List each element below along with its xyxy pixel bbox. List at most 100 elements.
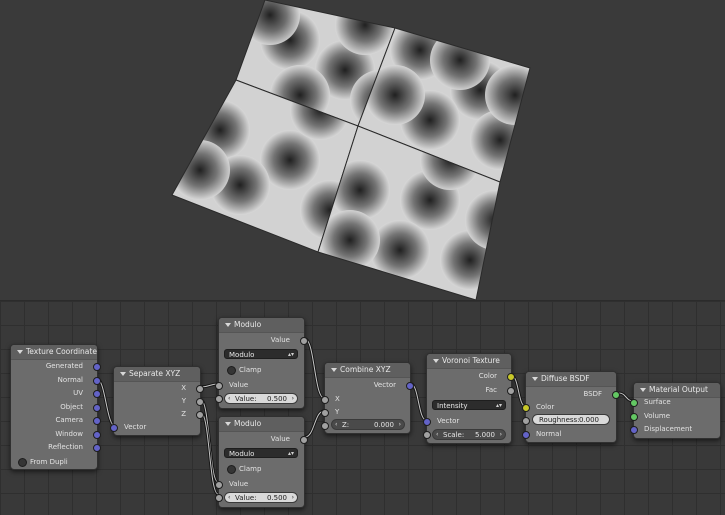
output-generated: Generated <box>45 362 83 370</box>
socket-fac-out[interactable] <box>507 387 515 395</box>
socket-generated[interactable] <box>93 363 101 371</box>
node-editor[interactable]: Texture Coordinate Generated Normal UV O… <box>0 300 725 515</box>
collapse-triangle-icon[interactable] <box>433 359 439 363</box>
input-value-label: Value <box>229 480 249 488</box>
z-field[interactable]: ‹ Z: 0.000 › <box>331 419 405 430</box>
socket-value-in-2[interactable] <box>215 395 223 403</box>
socket-color-out[interactable] <box>507 373 515 381</box>
collapse-triangle-icon[interactable] <box>640 388 646 392</box>
node-header[interactable]: Separate XYZ <box>114 367 200 382</box>
node-header[interactable]: Texture Coordinate <box>11 345 97 360</box>
roughness-field-label: Roughness: <box>539 416 580 424</box>
node-title: Modulo <box>234 320 262 329</box>
collapse-triangle-icon[interactable] <box>225 422 231 426</box>
node-title: Texture Coordinate <box>26 347 97 356</box>
node-header[interactable]: Modulo <box>219 318 304 333</box>
output-x: X <box>181 384 186 392</box>
input-normal: Normal <box>536 430 562 438</box>
updown-arrows-icon: ▴▾ <box>287 351 294 358</box>
socket-z[interactable] <box>196 411 204 419</box>
output-value: Value <box>270 435 290 443</box>
scale-field[interactable]: ‹ Scale: 5.000 › <box>432 429 506 440</box>
socket-y-in[interactable] <box>321 409 329 417</box>
socket-value-in-2[interactable] <box>215 494 223 502</box>
collapse-triangle-icon[interactable] <box>225 323 231 327</box>
node-header[interactable]: Diffuse BSDF <box>526 372 616 387</box>
node-title: Combine XYZ <box>340 365 391 374</box>
operation-dropdown[interactable]: Modulo ▴▾ <box>224 349 298 359</box>
increment-arrow-icon[interactable]: › <box>292 493 294 503</box>
socket-y[interactable] <box>196 398 204 406</box>
node-title: Modulo <box>234 419 262 428</box>
node-title: Diffuse BSDF <box>541 374 590 383</box>
output-object: Object <box>60 403 83 411</box>
socket-vector-in[interactable] <box>423 418 431 426</box>
socket-volume-in[interactable] <box>630 413 638 421</box>
socket-surface-in[interactable] <box>630 399 638 407</box>
node-header[interactable]: Voronoi Texture <box>427 354 511 369</box>
modulo-node-2[interactable]: Modulo Value Modulo ▴▾ Clamp Value ‹ Value… <box>215 416 308 508</box>
socket-vector-out[interactable] <box>406 382 414 390</box>
socket-vector-in[interactable] <box>110 424 118 432</box>
output-vector: Vector <box>373 381 396 389</box>
socket-object[interactable] <box>93 404 101 412</box>
socket-normal[interactable] <box>93 377 101 385</box>
increment-arrow-icon[interactable]: › <box>500 430 502 440</box>
socket-normal-in[interactable] <box>522 431 530 439</box>
value-field[interactable]: ‹ Value: 0.500 › <box>224 492 298 503</box>
collapse-triangle-icon[interactable] <box>120 372 126 376</box>
socket-value-out[interactable] <box>300 436 308 444</box>
clamp-label: Clamp <box>239 366 262 374</box>
material-output-node[interactable]: Material Output Surface Volume Displacem… <box>630 382 721 439</box>
socket-value-out[interactable] <box>300 337 308 345</box>
output-fac: Fac <box>485 386 497 394</box>
separate-xyz-node[interactable]: Separate XYZ X Y Z Vector <box>110 366 204 436</box>
node-link <box>304 338 325 399</box>
texture-coordinate-node[interactable]: Texture Coordinate Generated Normal UV O… <box>10 344 101 470</box>
combine-xyz-node[interactable]: Combine XYZ Vector X Y ‹ Z: 0.000 › <box>321 362 414 434</box>
value-field[interactable]: ‹ Value: 0.500 › <box>224 393 298 404</box>
clamp-checkbox[interactable] <box>227 465 236 474</box>
3d-viewport[interactable] <box>0 0 725 300</box>
socket-color-in[interactable] <box>522 404 530 412</box>
collapse-triangle-icon[interactable] <box>532 377 538 381</box>
socket-roughness-in[interactable] <box>522 417 530 425</box>
socket-x-in[interactable] <box>321 396 329 404</box>
socket-bsdf-out[interactable] <box>612 391 620 399</box>
node-header[interactable]: Modulo <box>219 417 304 432</box>
clamp-checkbox[interactable] <box>227 366 236 375</box>
collapse-triangle-icon[interactable] <box>331 368 337 372</box>
output-window: Window <box>55 430 83 438</box>
decrement-arrow-icon[interactable]: ‹ <box>228 394 230 404</box>
socket-reflection[interactable] <box>93 444 101 452</box>
node-header[interactable]: Combine XYZ <box>325 363 410 378</box>
decrement-arrow-icon[interactable]: ‹ <box>335 420 337 430</box>
voronoi-texture-node[interactable]: Voronoi Texture Color Fac Intensity ▴▾ Ve… <box>423 353 515 444</box>
coloring-dropdown[interactable]: Intensity ▴▾ <box>432 400 506 410</box>
increment-arrow-icon[interactable]: › <box>292 394 294 404</box>
socket-value-in[interactable] <box>215 382 223 390</box>
operation-dropdown[interactable]: Modulo ▴▾ <box>224 448 298 458</box>
from-dupli-checkbox[interactable] <box>18 458 27 467</box>
clamp-label: Clamp <box>239 465 262 473</box>
socket-x[interactable] <box>196 385 204 393</box>
scale-field-label: Scale: <box>443 431 465 439</box>
socket-uv[interactable] <box>93 390 101 398</box>
socket-window[interactable] <box>93 431 101 439</box>
input-vector: Vector <box>124 423 147 431</box>
socket-displacement-in[interactable] <box>630 426 638 434</box>
diffuse-bsdf-node[interactable]: Diffuse BSDF BSDF Color Roughness: 0.000 … <box>522 371 620 443</box>
input-vector: Vector <box>437 417 460 425</box>
socket-camera[interactable] <box>93 417 101 425</box>
decrement-arrow-icon[interactable]: ‹ <box>228 493 230 503</box>
modulo-node-1[interactable]: Modulo Value Modulo ▴▾ Clamp Value ‹ Value… <box>215 317 308 409</box>
socket-z-in[interactable] <box>321 422 329 430</box>
collapse-triangle-icon[interactable] <box>17 350 23 354</box>
socket-value-in[interactable] <box>215 481 223 489</box>
socket-scale-in[interactable] <box>423 431 431 439</box>
decrement-arrow-icon[interactable]: ‹ <box>436 430 438 440</box>
increment-arrow-icon[interactable]: › <box>399 420 401 430</box>
roughness-field[interactable]: Roughness: 0.000 <box>532 414 610 425</box>
viewport-render <box>171 0 531 300</box>
node-header[interactable]: Material Output <box>634 383 720 398</box>
